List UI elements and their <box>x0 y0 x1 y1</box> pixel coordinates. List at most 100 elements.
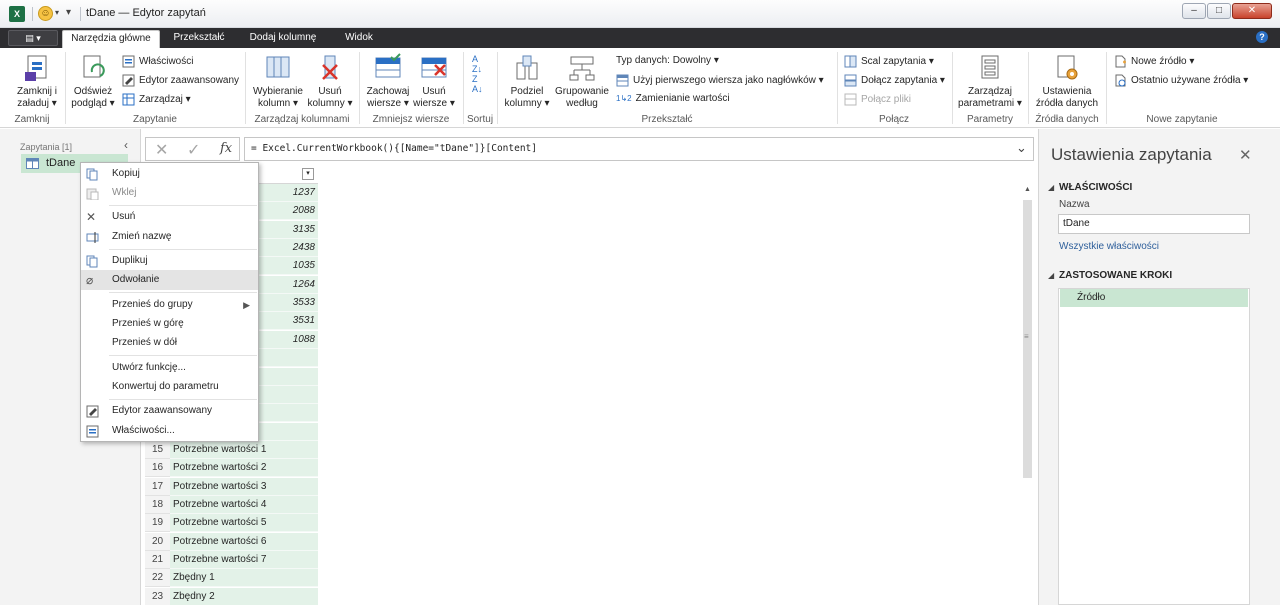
rename-icon <box>86 232 99 243</box>
table-cell[interactable]: Zbędny 1 <box>170 569 318 587</box>
row-number[interactable]: 19 <box>145 514 170 532</box>
menu-item-copy[interactable]: Kopiuj <box>81 164 258 184</box>
query-name-input[interactable]: tDane <box>1058 214 1250 234</box>
row-number[interactable]: 20 <box>145 533 170 551</box>
close-settings-icon[interactable]: ✕ <box>1239 146 1252 164</box>
all-properties-link[interactable]: Wszystkie właściwości <box>1059 241 1159 252</box>
table-cell[interactable]: Potrzebne wartości 6 <box>170 533 318 551</box>
customize-quick-access-icon[interactable]: ▾ <box>66 7 71 18</box>
table-cell[interactable]: Zbędny 2 <box>170 588 318 605</box>
tab-transform[interactable]: Przekształć <box>166 30 232 48</box>
pane-resize-handle-icon[interactable]: ≡ <box>1024 332 1029 341</box>
manage-parameters-label-1: Zarządzaj <box>968 86 1012 97</box>
row-number[interactable]: 15 <box>145 441 170 459</box>
table-cell[interactable]: Potrzebne wartości 1 <box>170 441 318 459</box>
scroll-up-icon[interactable]: ▲ <box>1024 186 1031 193</box>
title-bar: X ☺ ▾ ▾ tDane — Edytor zapytań – □ ✕ <box>0 0 1280 28</box>
manage-button[interactable]: Zarządzaj ▾ <box>122 93 191 106</box>
advanced-editor-icon <box>122 74 135 87</box>
group-label-combine: Połącz <box>878 114 909 125</box>
menu-item-move-up[interactable]: Przenieś w górę <box>81 314 258 334</box>
maximize-button[interactable]: □ <box>1207 3 1231 19</box>
table-icon <box>26 158 39 169</box>
choose-columns-label-2: kolumn ▾ <box>257 98 299 109</box>
keep-rows-icon <box>375 53 401 78</box>
menu-item-rename[interactable]: Zmień nazwę <box>81 227 258 247</box>
group-by-label-2: według <box>566 98 598 109</box>
expand-formula-icon[interactable]: ⌄ <box>1016 140 1027 156</box>
replace-values-icon: 1↳2 <box>616 93 632 103</box>
tab-add-column[interactable]: Dodaj kolumnę <box>240 30 326 48</box>
remove-columns-button[interactable]: Usuń kolumny ▾ <box>306 53 354 110</box>
data-source-settings-button[interactable]: Ustawienia źródła danych <box>1032 53 1102 110</box>
recent-sources-button[interactable]: Ostatnio używane źródła ▾ <box>1114 74 1248 87</box>
sort-ascending-icon[interactable]: A Z↓ <box>472 54 482 74</box>
table-cell[interactable]: Potrzebne wartości 7 <box>170 551 318 569</box>
applied-step[interactable]: Źródło <box>1060 289 1248 307</box>
menu-item-properties[interactable]: Właściwości... <box>81 421 258 441</box>
collapse-triangle-icon[interactable]: ◢ <box>1048 271 1054 280</box>
combine-files-button[interactable]: Połącz pliki <box>844 93 911 106</box>
new-source-button[interactable]: Nowe źródło ▾ <box>1114 55 1194 68</box>
close-load-label-2: załaduj ▾ <box>17 98 57 109</box>
feedback-smiley-icon[interactable]: ☺ <box>38 6 53 21</box>
manage-parameters-button[interactable]: Zarządzaj parametrami ▾ <box>956 53 1024 110</box>
group-by-button[interactable]: Grupowanie według <box>553 53 611 110</box>
menu-item-reference[interactable]: ⌀ Odwołanie <box>81 270 258 290</box>
headers-table-icon <box>616 74 629 87</box>
fx-icon[interactable]: fx <box>220 141 232 156</box>
menu-item-create-function[interactable]: Utwórz funkcję... <box>81 358 258 378</box>
minimize-button[interactable]: – <box>1182 3 1206 19</box>
remove-rows-label-2: wiersze ▾ <box>413 98 455 109</box>
split-column-button[interactable]: Podziel kolumny ▾ <box>502 53 552 110</box>
keep-rows-button[interactable]: Zachowaj wiersze ▾ <box>364 53 412 110</box>
menu-item-delete[interactable]: ✕ Usuń <box>81 207 258 227</box>
close-window-button[interactable]: ✕ <box>1232 3 1272 19</box>
replace-values-button[interactable]: 1↳2 Zamienianie wartości <box>616 93 730 104</box>
table-cell[interactable]: Potrzebne wartości 3 <box>170 478 318 496</box>
row-number[interactable]: 18 <box>145 496 170 514</box>
remove-rows-button[interactable]: Usuń wiersze ▾ <box>412 53 456 110</box>
sort-descending-icon[interactable]: Z A↓ <box>472 74 483 94</box>
append-queries-button[interactable]: Dołącz zapytania ▾ <box>844 74 945 87</box>
help-icon[interactable]: ? <box>1256 31 1268 43</box>
choose-columns-button[interactable]: Wybieranie kolumn ▾ <box>250 53 306 110</box>
cancel-formula-icon[interactable]: ✕ <box>155 140 168 160</box>
close-and-load-button[interactable]: Zamknij i załaduj ▾ <box>10 53 64 110</box>
split-column-label-1: Podziel <box>510 86 544 97</box>
menu-item-move-to-group[interactable]: Przenieś do grupy ▶ <box>81 295 258 315</box>
advanced-editor-button[interactable]: Edytor zaawansowany <box>122 74 239 87</box>
remove-columns-label-2: kolumny ▾ <box>307 98 353 109</box>
row-number[interactable]: 17 <box>145 478 170 496</box>
menu-item-move-down[interactable]: Przenieś w dół <box>81 333 258 353</box>
use-first-row-headers-button[interactable]: Użyj pierwszego wiersza jako nagłówków ▾ <box>616 74 824 87</box>
data-type-dropdown[interactable]: Typ danych: Dowolny ▾ <box>616 55 719 66</box>
merge-queries-button[interactable]: Scal zapytania ▾ <box>844 55 934 68</box>
file-menu-button[interactable]: ▤ ▾ <box>8 30 58 46</box>
remove-rows-icon <box>421 57 447 78</box>
collapse-triangle-icon[interactable]: ◢ <box>1048 183 1054 192</box>
properties-button[interactable]: Właściwości <box>122 55 193 68</box>
column-filter-icon[interactable]: ▾ <box>302 168 314 180</box>
confirm-formula-icon[interactable]: ✓ <box>187 140 200 160</box>
collapse-pane-icon[interactable]: ‹ <box>124 138 128 152</box>
tab-home[interactable]: Narzędzia główne <box>62 30 160 48</box>
row-number[interactable]: 23 <box>145 588 170 605</box>
menu-item-paste[interactable]: Wklej <box>81 183 258 203</box>
formula-buttons: ✕ ✓ fx <box>145 137 240 161</box>
menu-item-convert-to-parameter[interactable]: Konwertuj do parametru <box>81 377 258 397</box>
row-number[interactable]: 21 <box>145 551 170 569</box>
group-by-label-1: Grupowanie <box>555 86 609 97</box>
group-label-data-sources: Źródła danych <box>1035 114 1099 125</box>
tab-view[interactable]: Widok <box>334 30 384 48</box>
menu-item-duplicate[interactable]: Duplikuj <box>81 251 258 271</box>
menu-item-advanced-editor[interactable]: Edytor zaawansowany <box>81 401 258 421</box>
table-cell[interactable]: Potrzebne wartości 4 <box>170 496 318 514</box>
row-number[interactable]: 16 <box>145 459 170 477</box>
row-number[interactable]: 22 <box>145 569 170 587</box>
refresh-icon <box>83 55 105 78</box>
chevron-down-icon[interactable]: ▾ <box>55 8 59 17</box>
table-cell[interactable]: Potrzebne wartości 5 <box>170 514 318 532</box>
refresh-preview-button[interactable]: Odśwież podgląd ▾ <box>68 53 118 110</box>
table-cell[interactable]: Potrzebne wartości 2 <box>170 459 318 477</box>
